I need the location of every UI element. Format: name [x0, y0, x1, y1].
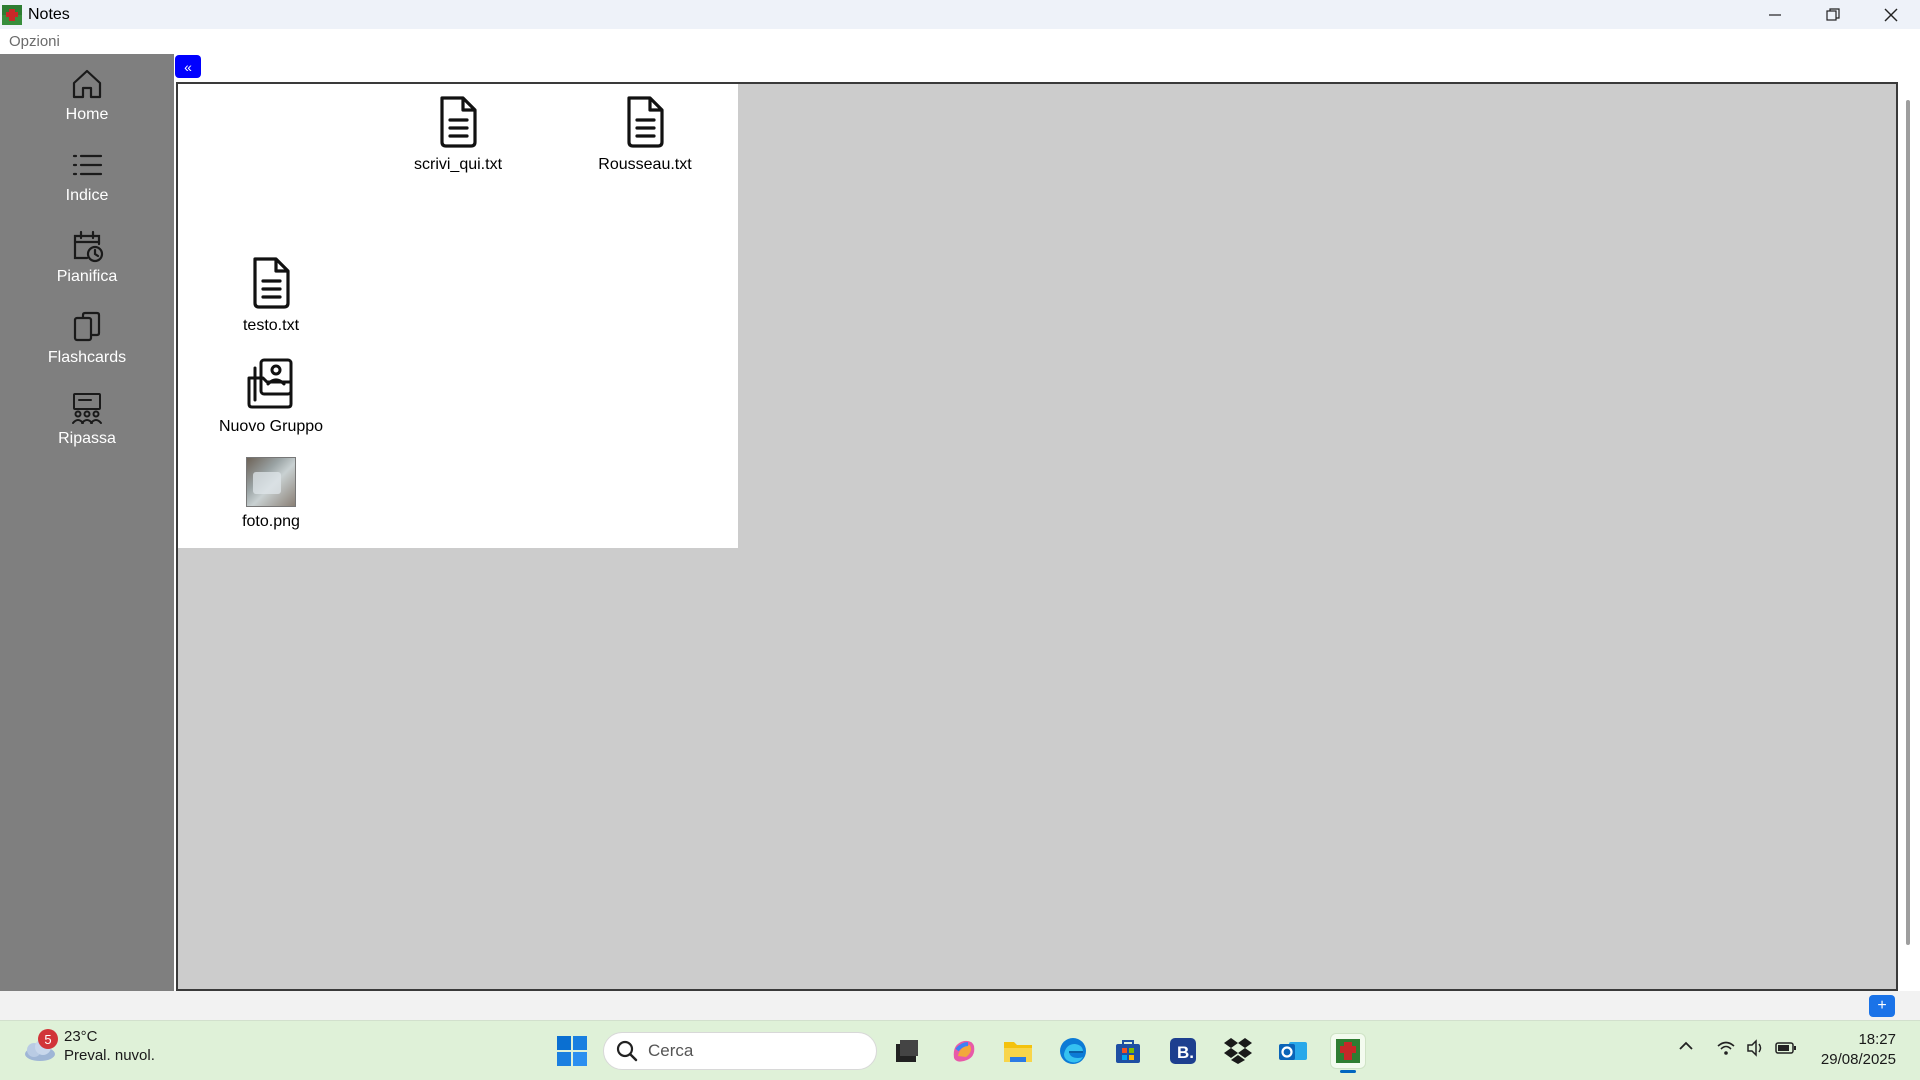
file-name: foto.png [242, 513, 300, 530]
file-name: testo.txt [242, 317, 300, 334]
text-file-icon [440, 96, 477, 148]
file-item-nuovo-gruppo[interactable]: Nuovo Gruppo [191, 356, 351, 436]
restore-button[interactable] [1804, 0, 1862, 29]
list-icon [72, 154, 103, 176]
volume-icon[interactable] [1746, 1039, 1766, 1062]
file-name: scrivi_qui.txt [413, 156, 503, 173]
cloud-icon: 5 [20, 1027, 58, 1065]
window-title: Notes [28, 5, 70, 23]
clock-time: 18:27 [1858, 1031, 1896, 1048]
chevron-up-icon[interactable] [1678, 1039, 1694, 1058]
sidebar-item-indice[interactable]: Indice [0, 141, 174, 219]
wifi-icon[interactable] [1716, 1039, 1736, 1062]
text-file-icon [627, 96, 664, 148]
task-view-icon[interactable] [890, 1034, 924, 1068]
windows-logo-icon [557, 1036, 587, 1066]
app-logo-icon [2, 4, 22, 25]
sidebar-item-label: Home [65, 106, 109, 123]
close-icon [1884, 8, 1898, 21]
notes-app-icon[interactable] [1331, 1034, 1365, 1073]
file-item-rousseau[interactable]: Rousseau.txt [565, 94, 725, 174]
active-app-indicator [1340, 1070, 1356, 1073]
weather-temperature: 23°C [64, 1028, 98, 1045]
search-icon [616, 1040, 638, 1062]
minimize-button[interactable] [1746, 0, 1804, 29]
clock-date: 29/08/2025 [1820, 1051, 1896, 1068]
image-thumbnail [246, 457, 296, 507]
edge-browser-icon[interactable] [1056, 1034, 1090, 1068]
home-icon [72, 69, 102, 99]
file-name: Nuovo Gruppo [218, 418, 324, 435]
copilot-icon[interactable] [946, 1034, 980, 1068]
vertical-scrollbar[interactable] [1906, 100, 1910, 945]
status-strip [0, 991, 1920, 1020]
file-item-foto[interactable]: foto.png [191, 457, 351, 531]
sidebar-item-ripassa[interactable]: Ripassa [0, 384, 174, 462]
system-clock[interactable]: 18:27 29/08/2025 [1821, 1030, 1896, 1070]
cards-icon [73, 311, 101, 342]
close-button[interactable] [1862, 0, 1920, 29]
notification-badge: 5 [38, 1029, 58, 1049]
sidebar-item-label: Pianifica [56, 268, 118, 285]
weather-condition: Preval. nuvol. [64, 1047, 155, 1064]
svg-text:B.: B. [1177, 1043, 1194, 1062]
collapse-sidebar-button[interactable]: « [175, 55, 201, 78]
file-item-scrivi-qui[interactable]: scrivi_qui.txt [378, 94, 538, 174]
sidebar-item-pianifica[interactable]: Pianifica [0, 222, 174, 300]
booking-icon[interactable]: B. [1166, 1034, 1200, 1068]
calendar-clock-icon [73, 230, 104, 263]
menu-options[interactable]: Opzioni [9, 33, 60, 50]
sidebar-item-home[interactable]: Home [0, 60, 174, 138]
notes-canvas[interactable]: scrivi_qui.txt Rousseau.txt testo.txt Nu… [176, 82, 1898, 991]
text-file-icon [253, 257, 290, 309]
sidebar-item-label: Ripassa [58, 430, 116, 447]
battery-icon[interactable] [1775, 1039, 1797, 1062]
store-icon[interactable] [1111, 1034, 1145, 1068]
restore-icon [1826, 7, 1840, 21]
file-name: Rousseau.txt [598, 156, 692, 173]
teacher-icon [72, 393, 102, 424]
minimize-icon [1769, 13, 1781, 16]
sidebar-item-label: Flashcards [47, 349, 127, 366]
taskbar: 5 23°C Preval. nuvol. Cerca B. 18:27 29/… [0, 1020, 1920, 1080]
taskbar-search[interactable]: Cerca [603, 1032, 877, 1070]
weather-widget[interactable]: 5 23°C Preval. nuvol. [20, 1027, 155, 1065]
title-bar: Notes [0, 0, 1920, 29]
sidebar: Home Indice Pianifica Flashcards Ripassa [0, 54, 174, 991]
menu-bar: Opzioni [0, 29, 1920, 54]
file-item-testo[interactable]: testo.txt [191, 255, 351, 335]
outlook-icon[interactable] [1276, 1034, 1310, 1068]
search-placeholder: Cerca [648, 1041, 694, 1060]
file-explorer-icon[interactable] [1001, 1034, 1035, 1068]
file-panel: scrivi_qui.txt Rousseau.txt testo.txt Nu… [178, 84, 738, 548]
dropbox-icon[interactable] [1221, 1034, 1255, 1068]
start-button[interactable] [556, 1035, 588, 1067]
sidebar-item-flashcards[interactable]: Flashcards [0, 303, 174, 381]
add-button[interactable]: + [1869, 995, 1895, 1017]
sidebar-item-label: Indice [65, 187, 109, 204]
group-folder-icon [247, 358, 293, 409]
